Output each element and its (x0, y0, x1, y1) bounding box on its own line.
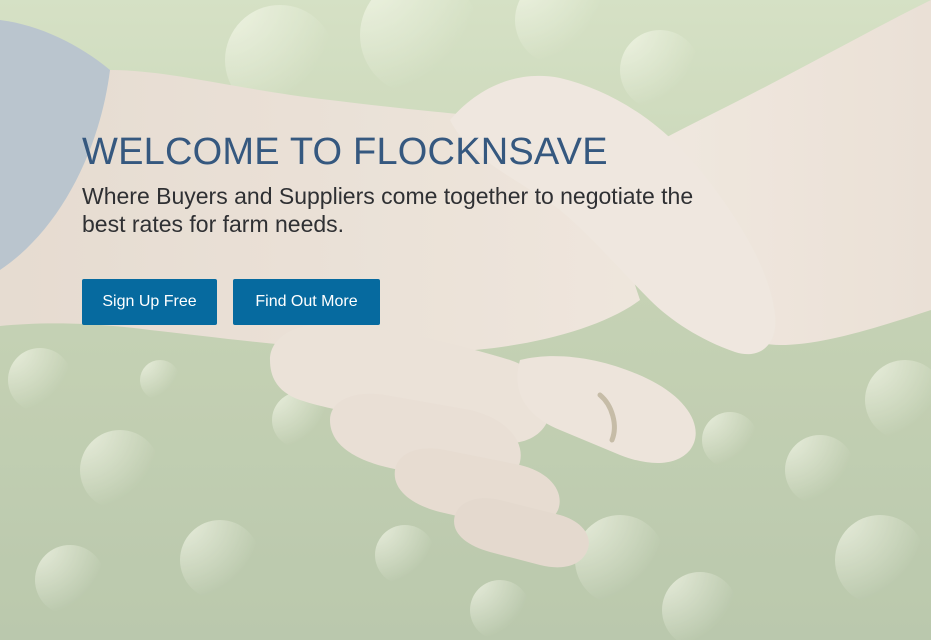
hero-title: WELCOME TO FLOCKNSAVE (82, 131, 608, 173)
sign-up-free-button[interactable]: Sign Up Free (82, 279, 217, 325)
hero-subtitle: Where Buyers and Suppliers come together… (82, 183, 694, 237)
hero-content: WELCOME TO FLOCKNSAVE Where Buyers and S… (82, 128, 782, 238)
hero-section: WELCOME TO FLOCKNSAVE Where Buyers and S… (0, 0, 931, 640)
hero-buttons: Sign Up Free Find Out More (82, 279, 380, 325)
find-out-more-button[interactable]: Find Out More (233, 279, 380, 325)
